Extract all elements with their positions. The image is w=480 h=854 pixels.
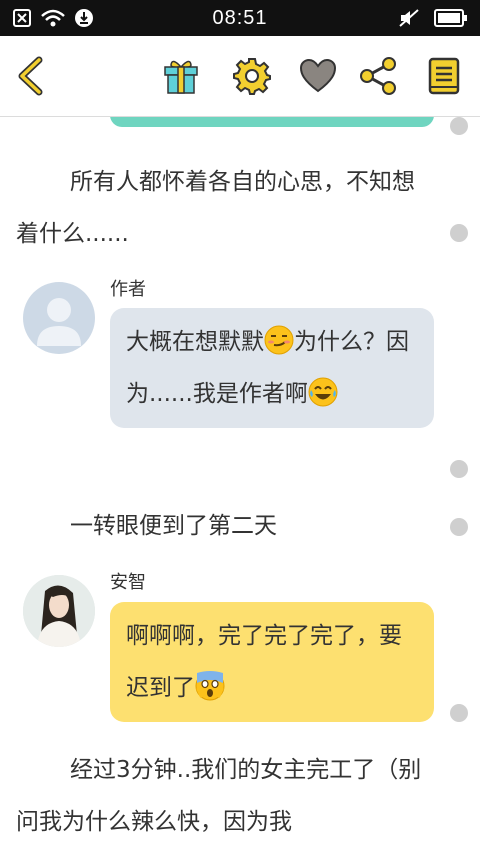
gear-icon [233,58,271,95]
mute-icon [399,9,419,27]
smirk-emoji-icon [264,325,294,355]
screaming-emoji-icon [195,671,225,701]
share-icon [360,57,396,95]
story-content[interactable]: 所有人都怀着各自的心思，不知想着什么...... 作者 大概在想默默 为什么？因… [0,117,480,854]
narration-paragraph: 所有人都怀着各自的心思，不知想着什么...... [16,169,415,247]
book-icon [428,57,460,95]
anzhi-dialog-bubble: 啊啊啊，完了完了完了，要迟到了 [110,602,434,722]
share-button[interactable] [354,52,402,100]
status-icons-right [398,8,468,28]
comment-dot[interactable] [450,117,468,135]
settings-button[interactable] [228,52,276,100]
narration-paragraph: 经过3分钟..我们的女主完工了（别问我为什么辣么快，因为我 [16,757,422,835]
previous-dialog-bubble [110,117,434,127]
dialog-text: 大概在想默默 [126,329,264,355]
like-button[interactable] [294,52,342,100]
speaker-name: 安智 [110,572,146,593]
battery-icon [434,9,467,27]
back-arrow-icon [18,56,43,96]
back-button[interactable] [6,52,54,100]
author-avatar[interactable] [23,282,95,354]
status-bar: 08:51 [0,0,480,36]
gift-icon [164,60,198,94]
reader-toolbar [0,36,480,117]
comment-dot[interactable] [450,224,468,242]
heart-icon [299,58,337,93]
comment-dot[interactable] [450,704,468,722]
speaker-name: 作者 [110,279,146,300]
narration-paragraph: 一转眼便到了第二天 [70,513,277,539]
gift-button[interactable] [157,52,205,100]
author-dialog-bubble: 大概在想默默 为什么？因为......我是作者啊 [110,308,434,428]
default-user-icon [37,298,81,346]
comment-dot[interactable] [450,518,468,536]
dialog-text: 啊啊啊，完了完了完了，要迟到了 [126,623,402,701]
anzhi-avatar[interactable] [23,575,95,647]
comment-dot[interactable] [450,460,468,478]
laughing-tears-emoji-icon [308,377,338,407]
catalog-button[interactable] [420,52,468,100]
character-portrait-icon [23,575,95,647]
